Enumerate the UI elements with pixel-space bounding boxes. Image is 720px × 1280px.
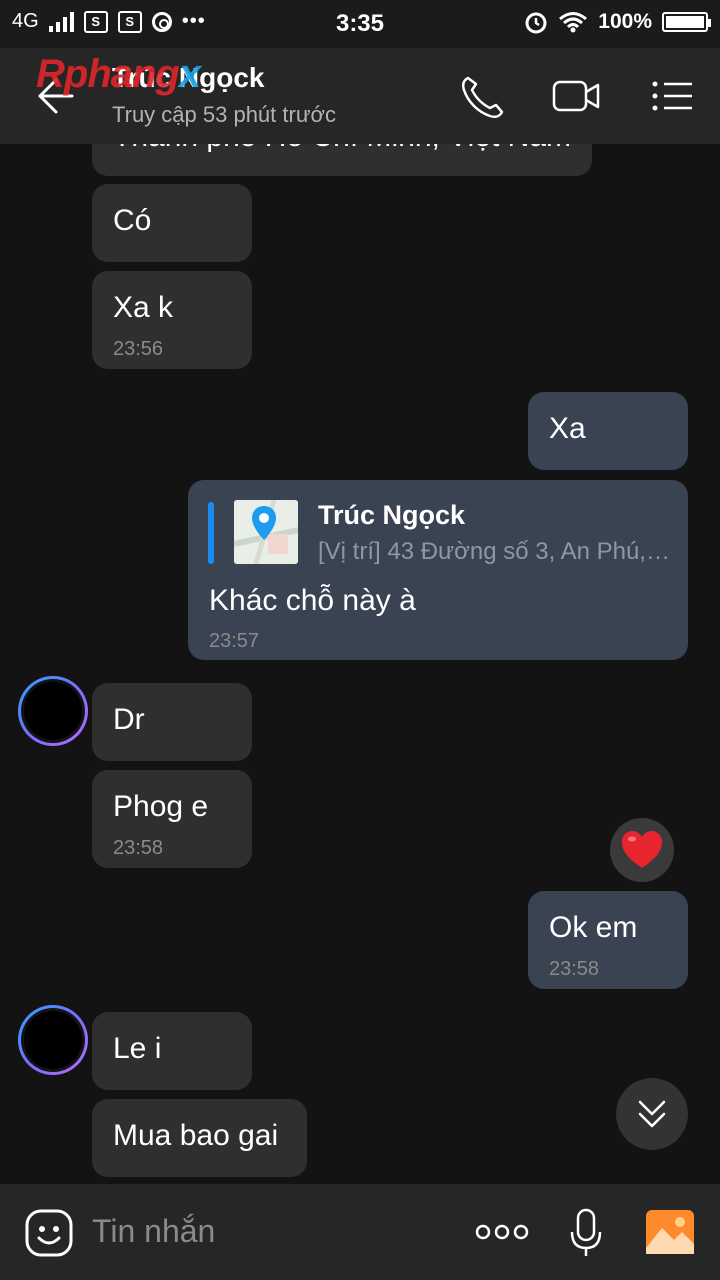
- quote-sender-name: Trúc Ngọck: [318, 500, 466, 530]
- location-map-thumbnail[interactable]: [234, 500, 298, 564]
- message-text: Mua bao gai: [113, 1119, 279, 1152]
- wifi-icon: [559, 12, 588, 33]
- message-bubble-received[interactable]: Xa k 23:56: [92, 271, 252, 369]
- contact-avatar[interactable]: [18, 676, 88, 746]
- watermark-logo: Rphangx: [36, 52, 201, 96]
- alarm-icon: [525, 12, 547, 34]
- message-input[interactable]: Tin nhắn: [92, 1213, 215, 1250]
- message-text: Dr: [113, 703, 145, 736]
- message-input-bar: Tin nhắn: [0, 1184, 720, 1280]
- status-bar: 4G S S ••• 3:35 100%: [0, 0, 720, 48]
- message-time: 23:57: [209, 630, 260, 652]
- status-right: 100%: [524, 10, 711, 34]
- image-gallery-icon[interactable]: [644, 1208, 696, 1256]
- quote-accent-bar: [208, 502, 214, 564]
- message-bubble-sent-reply[interactable]: Trúc Ngọck [Vị trí] 43 Đường số 3, An Ph…: [188, 480, 688, 660]
- message-time: 23:58: [113, 837, 164, 859]
- message-time: 23:56: [113, 338, 164, 360]
- chat-header: Trúc Ngọck Rphangx Truy cập 53 phút trướ…: [0, 48, 720, 144]
- map-pin-icon: [234, 500, 298, 564]
- message-bubble-sent[interactable]: Ok em 23:58: [528, 891, 688, 989]
- message-bubble-received[interactable]: Le i: [92, 1012, 252, 1090]
- scroll-to-bottom-button[interactable]: [616, 1078, 688, 1150]
- message-bubble-received[interactable]: Có: [92, 184, 252, 262]
- message-text: Xa k: [113, 291, 174, 324]
- message-text: Le i: [113, 1032, 162, 1065]
- message-bubble-received[interactable]: Phog e 23:58: [92, 770, 252, 868]
- heart-reaction-icon[interactable]: [610, 818, 674, 882]
- microphone-icon[interactable]: [566, 1206, 606, 1260]
- message-text: Phog e: [113, 790, 209, 823]
- message-bubble-sent[interactable]: Xa: [528, 392, 688, 470]
- message-text: Thành phố Hồ Chí Minh, Việt Nam: [113, 144, 571, 154]
- message-bubble-received[interactable]: Dr: [92, 683, 252, 761]
- message-bubble-received[interactable]: Thành phố Hồ Chí Minh, Việt Nam: [92, 144, 592, 176]
- battery-icon: [662, 12, 711, 32]
- contact-avatar[interactable]: [18, 1005, 88, 1075]
- more-options-icon[interactable]: [474, 1218, 530, 1246]
- message-text: Xa: [549, 412, 586, 445]
- message-text: Có: [113, 204, 152, 237]
- message-text: Khác chỗ này à: [209, 584, 416, 617]
- menu-list-icon[interactable]: [648, 72, 700, 120]
- last-seen-status: Truy cập 53 phút trước: [112, 102, 336, 127]
- phone-call-icon[interactable]: [456, 72, 508, 120]
- battery-percent: 100%: [598, 10, 652, 33]
- video-call-icon[interactable]: [550, 72, 602, 120]
- double-chevron-down-icon: [638, 1100, 666, 1128]
- quote-location-text: [Vị trí] 43 Đường số 3, An Phú, Quận 2: [318, 538, 670, 565]
- message-time: 23:58: [549, 958, 600, 980]
- message-text: Ok em: [549, 911, 638, 944]
- message-bubble-received[interactable]: Mua bao gai: [92, 1099, 307, 1177]
- sticker-emoji-icon[interactable]: [24, 1208, 74, 1258]
